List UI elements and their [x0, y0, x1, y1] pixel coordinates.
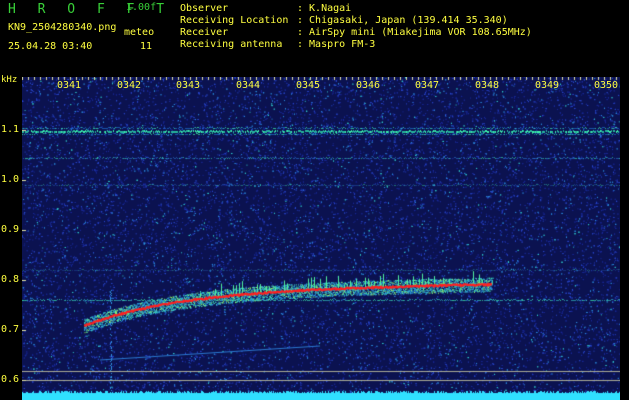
x-tick-label: 0348	[475, 80, 500, 91]
antenna-label: Receiving antenna	[180, 39, 283, 50]
y-tick-label: 0.9	[1, 224, 20, 235]
y-tick-label: 1.0	[1, 174, 20, 185]
x-tick-label: 0350	[594, 80, 619, 91]
spectrogram-canvas	[22, 77, 620, 400]
y-tick-label: 0.7	[1, 324, 20, 335]
meteo-label: meteo	[124, 27, 155, 38]
observer-label: Observer	[180, 3, 229, 14]
receiver-value: : AirSpy mini (Miakejima VOR 108.65MHz)	[297, 27, 532, 38]
x-tick-label: 0346	[356, 80, 381, 91]
x-tick-label: 0347	[415, 80, 440, 91]
x-tick-label: 0343	[176, 80, 201, 91]
observer-value: : K.Nagai	[297, 3, 352, 14]
x-tick-label: 0349	[535, 80, 560, 91]
meteor-count: 11	[140, 41, 153, 52]
y-tick-label: 0.6	[1, 374, 20, 385]
y-axis-unit: kHz	[1, 75, 18, 85]
antenna-value: : Maspro FM-3	[297, 39, 376, 50]
receiver-label: Receiver	[180, 27, 229, 38]
y-tick-label: 0.8	[1, 274, 20, 285]
header-panel: H R O F F T 1.00f KN9_2504280340.png met…	[0, 0, 629, 74]
x-tick-label: 0341	[57, 80, 82, 91]
capture-datetime: 25.04.28 03:40	[8, 41, 93, 52]
location-value: : Chigasaki, Japan (139.414 35.340)	[297, 15, 508, 26]
x-tick-label: 0342	[117, 80, 142, 91]
location-label: Receiving Location	[180, 15, 289, 26]
y-tick-label: 1.1	[1, 124, 20, 135]
x-tick-label: 0345	[296, 80, 321, 91]
x-tick-label: 0344	[236, 80, 261, 91]
app-version: 1.00f	[126, 2, 157, 13]
file-name: KN9_2504280340.png	[8, 22, 117, 33]
